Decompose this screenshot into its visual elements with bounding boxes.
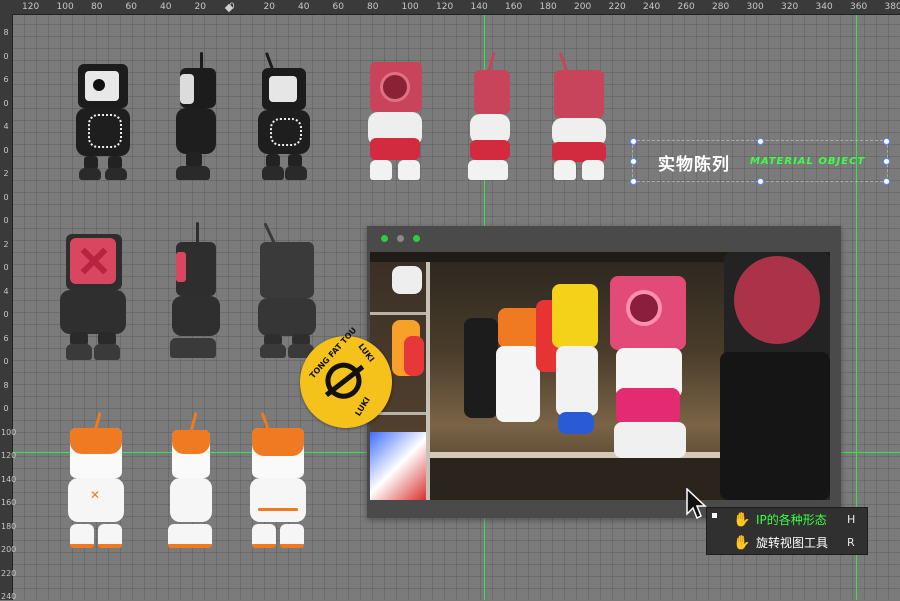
ruler-tick-label: 200: [574, 2, 591, 12]
ruler-tick-label: 2: [1, 240, 11, 249]
ruler-tick-label: 0: [1, 404, 11, 413]
shortcut-menu: ✋ IP的各种形态 H ✋ 旋转视图工具 R: [706, 507, 868, 555]
ruler-tick-label: 320: [781, 2, 798, 12]
figure-black-skeleton-front[interactable]: [70, 62, 136, 182]
selection-handle[interactable]: [883, 138, 890, 145]
ruler-tick-label: 20: [195, 2, 206, 12]
ruler-tick-label: 300: [747, 2, 764, 12]
sticker-text-bottom: LUKI: [353, 395, 371, 417]
window-dot-icon[interactable]: [397, 235, 404, 242]
ruler-tick-label: 200: [1, 545, 11, 554]
figure-black-redx-front[interactable]: [54, 228, 134, 362]
selection-handle[interactable]: [630, 178, 637, 185]
ruler-tick-label: 80: [367, 2, 378, 12]
figure-pink-back[interactable]: [546, 52, 612, 184]
menu-item-key: H: [847, 513, 867, 526]
ruler-tick-label: 8: [1, 28, 11, 37]
ruler-tick-label: 60: [126, 2, 137, 12]
ruler-tick-label: 220: [609, 2, 626, 12]
ruler-tick-label: 180: [1, 522, 11, 531]
ruler-tick-label: 240: [643, 2, 660, 12]
selection-handle[interactable]: [630, 138, 637, 145]
ruler-tick-label: 0: [1, 52, 11, 61]
ruler-tick-label: 20: [264, 2, 275, 12]
figure-orange-side[interactable]: [162, 412, 220, 548]
ruler-tick-label: 260: [678, 2, 695, 12]
menu-item-label: IP的各种形态: [756, 511, 847, 528]
ruler-tick-label: 6: [1, 75, 11, 84]
ruler-tick-label: 220: [1, 569, 11, 578]
selection-handle[interactable]: [883, 158, 890, 165]
ruler-tick-label: 40: [160, 2, 171, 12]
menu-checkbox[interactable]: [712, 513, 717, 518]
ruler-tick-label: 100: [57, 2, 74, 12]
ruler-tick-label: 0: [1, 263, 11, 272]
ruler-tick-label: 140: [1, 475, 11, 484]
menu-item-rotate-view[interactable]: ✋ 旋转视图工具 R: [707, 531, 867, 554]
selection-handle[interactable]: [757, 178, 764, 185]
ruler-tick-label: 0: [1, 146, 11, 155]
ruler-tick-label: 2: [1, 169, 11, 178]
ruler-tick-label: 4: [1, 122, 11, 131]
figure-orange-front[interactable]: ✕: [62, 412, 130, 548]
selection-handle[interactable]: [630, 158, 637, 165]
section-title-cn[interactable]: 实物陈列: [658, 150, 730, 175]
menu-item-label: 旋转视图工具: [756, 534, 847, 551]
window-dot-icon[interactable]: [381, 235, 388, 242]
ruler-tick-label: 0: [1, 310, 11, 319]
ruler-tick-label: 0: [1, 193, 11, 202]
rotate-hand-icon: ✋: [731, 535, 753, 551]
ruler-tick-label: 340: [816, 2, 833, 12]
ruler-tick-label: 40: [298, 2, 309, 12]
ruler-tick-label: 100: [402, 2, 419, 12]
ruler-tick-label: 120: [1, 451, 11, 460]
hand-icon: ✋: [731, 512, 753, 528]
figure-black-skeleton-back[interactable]: [252, 52, 314, 182]
ruler-tick-label: 80: [91, 2, 102, 12]
ruler-tick-label: 0: [1, 357, 11, 366]
menu-item-ip-forms[interactable]: ✋ IP的各种形态 H: [707, 508, 867, 531]
section-title-en[interactable]: MATERIAL OBJECT: [750, 156, 865, 167]
figure-pink-front[interactable]: [362, 60, 428, 184]
ruler-tick-label: 140: [471, 2, 488, 12]
figure-orange-back[interactable]: [244, 412, 312, 548]
ruler-tick-label: 160: [505, 2, 522, 12]
ruler-tick-label: 4: [1, 287, 11, 296]
ruler-tick-label: 380: [885, 2, 900, 12]
ruler-tick-label: 120: [436, 2, 453, 12]
showcase-photo: [370, 252, 830, 500]
ruler-tick-label: 120: [22, 2, 39, 12]
figure-pink-side[interactable]: [462, 52, 518, 184]
mouse-pointer-icon: [685, 488, 711, 520]
figure-black-redx-side[interactable]: [164, 222, 228, 362]
ruler-tick-label: 8: [1, 381, 11, 390]
ruler-tick-label: 100: [1, 428, 11, 437]
ruler-tick-label: 160: [1, 498, 11, 507]
sticker-text-side: LUKI: [356, 342, 376, 364]
figure-black-skeleton-side[interactable]: [170, 52, 230, 182]
ruler-tick-label: 60: [333, 2, 344, 12]
ruler-tick-label: 6: [1, 334, 11, 343]
menu-item-key: R: [847, 536, 867, 549]
photo-window[interactable]: [367, 226, 841, 518]
ruler-tick-label: 280: [712, 2, 729, 12]
ruler-tick-label: 180: [540, 2, 557, 12]
ruler-tick-label: 0: [1, 99, 11, 108]
selection-handle[interactable]: [757, 138, 764, 145]
ruler-tick-label: 360: [850, 2, 867, 12]
selection-handle[interactable]: [883, 178, 890, 185]
ruler-top[interactable]: 120 100 80 60 40 200 20 40 60 80 100 120 140 160 180 20…: [0, 0, 900, 15]
figure-black-redx-back[interactable]: [252, 222, 322, 362]
ruler-left[interactable]: 8060402002040608010012014016018020022024…: [0, 14, 13, 600]
ruler-tick-label: 0: [1, 216, 11, 225]
window-dot-icon[interactable]: [413, 235, 420, 242]
